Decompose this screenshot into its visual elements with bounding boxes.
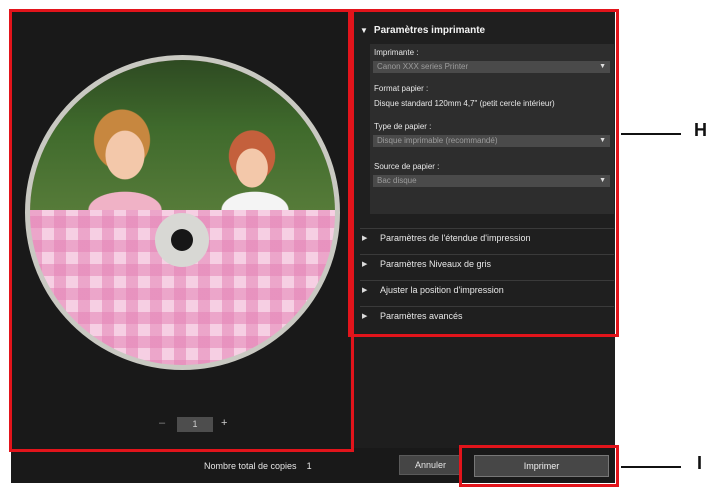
footer-bar: Nombre total de copies 1 Annuler Imprimer <box>11 448 615 483</box>
paper-source-label: Source de papier : <box>374 162 440 171</box>
expanded-triangle-icon: ▼ <box>360 26 368 35</box>
collapsed-triangle-icon: ▶ <box>362 287 368 294</box>
section-advanced-settings[interactable]: ▶ Paramètres avancés <box>360 306 614 327</box>
collapsed-triangle-icon: ▶ <box>362 235 368 242</box>
printer-settings-title: Paramètres imprimante <box>373 25 486 36</box>
section-print-area-settings[interactable]: ▶ Paramètres de l'étendue d'impression <box>360 228 614 249</box>
disc-center-hole <box>171 229 193 251</box>
disc-photo <box>30 60 335 210</box>
printer-select[interactable]: Canon XXX series Printer ▼ <box>373 61 610 73</box>
disc-label-preview <box>25 55 340 370</box>
section-label: Paramètres Niveaux de gris <box>380 259 492 269</box>
callout-line-h <box>621 133 681 135</box>
callout-label-h: H <box>694 120 707 140</box>
settings-panel: ▼ Paramètres imprimante Imprimante : Cano… <box>350 11 615 333</box>
paper-format-label: Format papier : <box>374 84 429 93</box>
total-copies-label: Nombre total de copies <box>204 461 297 471</box>
callout-line-i <box>621 466 681 468</box>
collapsed-triangle-icon: ▶ <box>362 261 368 268</box>
paper-format-value: Disque standard 120mm 4,7" (petit cercle… <box>374 99 555 108</box>
paper-source-select-value: Bac disque <box>377 176 417 185</box>
callout-label-i: I <box>697 453 703 473</box>
previous-page-button[interactable]: – <box>159 417 165 429</box>
print-button[interactable]: Imprimer <box>474 455 609 477</box>
section-label: Ajuster la position d'impression <box>380 285 504 295</box>
printer-settings-group: Imprimante : Canon XXX series Printer ▼ … <box>370 44 614 214</box>
page-navigator: – 1 + <box>159 417 229 433</box>
paper-type-select[interactable]: Disque imprimable (recommandé) ▼ <box>373 135 610 147</box>
collapsed-triangle-icon: ▶ <box>362 313 368 320</box>
disc-preview-area: – 1 + <box>11 11 350 448</box>
printer-settings-header[interactable]: ▼ Paramètres imprimante <box>360 25 485 36</box>
dropdown-arrow-icon: ▼ <box>599 177 606 184</box>
total-copies: Nombre total de copies 1 <box>204 461 312 471</box>
dropdown-arrow-icon: ▼ <box>599 137 606 144</box>
printer-label: Imprimante : <box>374 48 419 57</box>
total-copies-value: 1 <box>306 461 312 471</box>
section-adjust-print-position[interactable]: ▶ Ajuster la position d'impression <box>360 280 614 301</box>
page-number-field[interactable]: 1 <box>177 417 213 432</box>
section-label: Paramètres avancés <box>380 311 463 321</box>
paper-source-select[interactable]: Bac disque ▼ <box>373 175 610 187</box>
printer-select-value: Canon XXX series Printer <box>377 62 469 71</box>
section-grayscale-settings[interactable]: ▶ Paramètres Niveaux de gris <box>360 254 614 275</box>
next-page-button[interactable]: + <box>221 417 227 429</box>
section-label: Paramètres de l'étendue d'impression <box>380 233 531 243</box>
paper-type-select-value: Disque imprimable (recommandé) <box>377 136 498 145</box>
cancel-button[interactable]: Annuler <box>399 455 462 475</box>
paper-type-label: Type de papier : <box>374 122 432 131</box>
dropdown-arrow-icon: ▼ <box>599 63 606 70</box>
